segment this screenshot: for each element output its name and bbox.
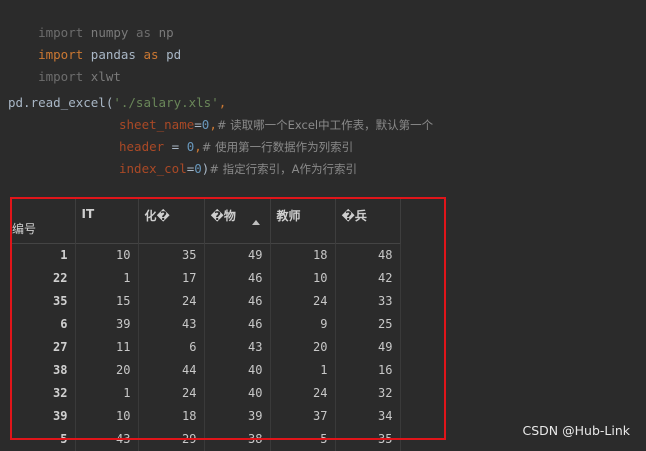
code-line-5: pd.read_excel('./salary.xls', xyxy=(8,94,226,112)
number-literal: 0 xyxy=(194,161,202,176)
keyword: import xyxy=(38,69,84,84)
code-line-7: header = 0,# 使用第一行数据作为列索引 xyxy=(119,138,353,156)
code-comment: # 使用第一行数据作为列索引 xyxy=(201,140,354,154)
highlight-frame xyxy=(10,197,446,440)
code-line-3: import xlwt xyxy=(8,50,121,84)
operator: = xyxy=(164,139,187,154)
code-line-8: index_col=0)# 指定行索引，A作为行索引 xyxy=(119,160,357,178)
string-literal: './salary.xls' xyxy=(113,95,219,110)
param-name: index_col xyxy=(119,161,187,176)
punctuation: , xyxy=(194,139,202,154)
module-name: xlwt xyxy=(90,69,121,84)
punctuation: , xyxy=(218,95,227,110)
code-comment: # 指定行索引，A作为行索引 xyxy=(209,162,357,176)
code-line-1: import numpy as np xyxy=(8,6,174,40)
code-editor[interactable]: import numpy as np import pandas as pd i… xyxy=(0,0,646,188)
punctuation: , xyxy=(209,117,217,132)
function-call: pd.read_excel( xyxy=(8,95,114,110)
keyword: as xyxy=(143,47,159,62)
code-line-6: sheet_name=0,# 读取哪一个Excel中工作表，默认第一个 xyxy=(119,116,433,134)
code-comment: # 读取哪一个Excel中工作表，默认第一个 xyxy=(216,118,434,132)
alias: pd xyxy=(166,47,182,62)
code-line-2: import pandas as pd xyxy=(8,28,181,62)
param-name: sheet_name xyxy=(119,117,195,132)
operator: = xyxy=(194,117,202,132)
param-name: header xyxy=(119,139,165,154)
watermark: CSDN @Hub-Link xyxy=(522,423,630,438)
